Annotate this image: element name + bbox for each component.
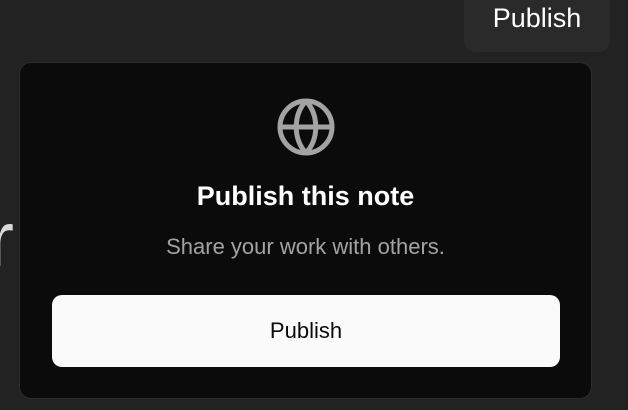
- note-page: Publish r Publish this note Share your w…: [0, 0, 628, 410]
- popover-subtitle: Share your work with others.: [166, 234, 445, 259]
- publish-popover: Publish this note Share your work with o…: [19, 62, 592, 399]
- header-publish-button[interactable]: Publish: [464, 0, 610, 52]
- popover-title: Publish this note: [196, 181, 415, 211]
- publish-note-button[interactable]: Publish: [52, 295, 560, 367]
- globe-icon: [277, 98, 335, 156]
- note-title-fragment: r: [0, 195, 14, 283]
